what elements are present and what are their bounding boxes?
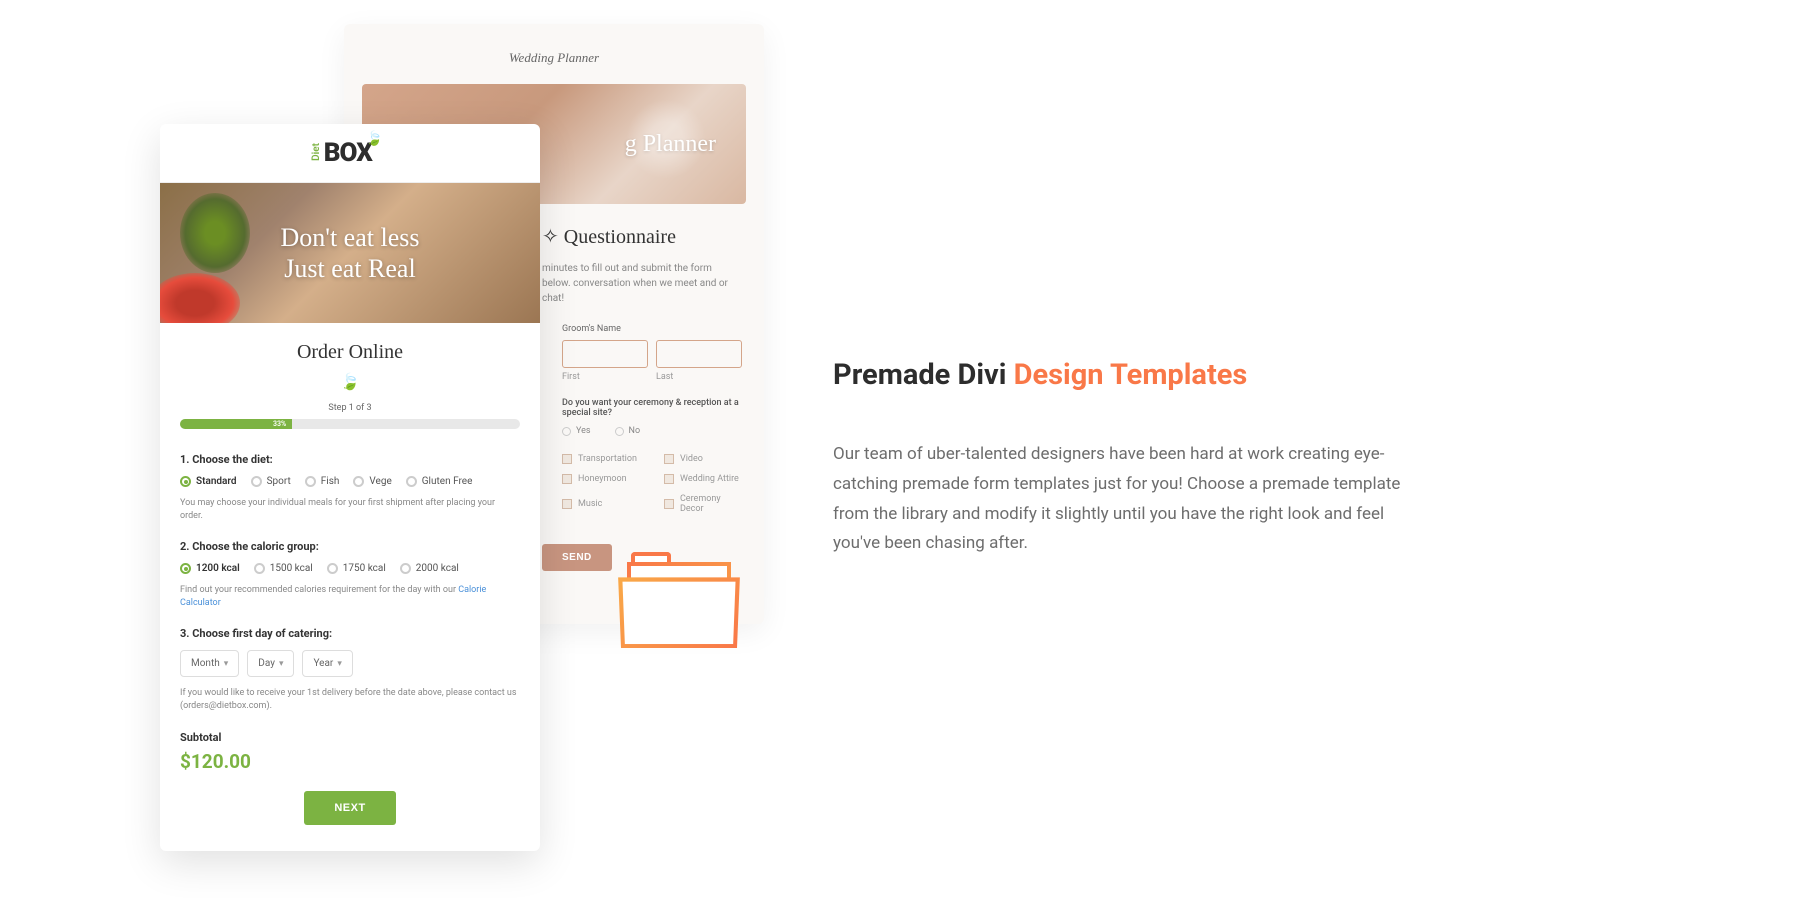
- folder-icon: [627, 562, 731, 648]
- diet-radio-fish[interactable]: Fish: [305, 476, 340, 487]
- templates-preview: Wedding Planner g Planner ✧ Questionnair…: [0, 0, 833, 917]
- diet-logo-box: BOX: [324, 138, 372, 168]
- wedding-questionnaire-subtitle: minutes to fill out and submit the form …: [542, 261, 742, 306]
- progress-bar-track: 33%: [180, 419, 520, 429]
- caloric-radio-1500[interactable]: 1500 kcal: [254, 563, 313, 574]
- diet-hint-2: Find out your recommended calories requi…: [180, 584, 520, 609]
- choose-diet-title: 1. Choose the diet:: [180, 453, 520, 466]
- next-button[interactable]: NEXT: [304, 791, 395, 825]
- diet-logo-bar: Diet BOX 🍃: [160, 124, 540, 183]
- progress-bar-fill: 33%: [180, 419, 292, 429]
- subtotal-price: $120.00: [180, 750, 520, 773]
- leaf-icon: 🍃: [366, 131, 383, 147]
- diet-radio-glutenfree[interactable]: Gluten Free: [406, 476, 473, 487]
- choose-day-title: 3. Choose first day of catering:: [180, 627, 520, 640]
- diet-hint-1: You may choose your individual meals for…: [180, 497, 520, 522]
- first-sublabel: First: [562, 372, 648, 382]
- check-honeymoon[interactable]: Honeymoon: [562, 474, 644, 484]
- year-select[interactable]: Year: [302, 650, 352, 677]
- diet-radio-standard[interactable]: Standard: [180, 476, 237, 487]
- caloric-radio-2000[interactable]: 2000 kcal: [400, 563, 459, 574]
- check-ceremony-decor[interactable]: Ceremony Decor: [664, 494, 746, 514]
- diet-logo-diet: Diet: [311, 143, 322, 161]
- month-select[interactable]: Month: [180, 650, 239, 677]
- diet-radio-sport[interactable]: Sport: [251, 476, 291, 487]
- section-description: Our team of uber-talented designers have…: [833, 440, 1433, 559]
- check-transportation[interactable]: Transportation: [562, 454, 644, 464]
- wedding-questionnaire-title: ✧ Questionnaire: [542, 224, 746, 249]
- groom-name-label: Groom's Name: [562, 324, 746, 334]
- section-heading: Premade Divi Design Templates: [833, 358, 1720, 392]
- diet-hero-line2: Just eat Real: [281, 253, 420, 284]
- choose-caloric-title: 2. Choose the caloric group:: [180, 540, 520, 553]
- wedding-send-button[interactable]: SEND: [542, 544, 612, 571]
- diet-radio-vege[interactable]: Vege: [353, 476, 391, 487]
- wedding-logo: Wedding Planner: [362, 50, 746, 66]
- diet-template-card: Diet BOX 🍃 Don't eat less Just eat Real …: [160, 124, 540, 851]
- last-sublabel: Last: [656, 372, 742, 382]
- ceremony-no-radio[interactable]: No: [615, 426, 641, 436]
- ceremony-yes-radio[interactable]: Yes: [562, 426, 591, 436]
- step-indicator: Step 1 of 3: [180, 403, 520, 413]
- day-select[interactable]: Day: [247, 650, 294, 677]
- diet-hero-image: Don't eat less Just eat Real: [160, 183, 540, 323]
- wedding-hero-text: g Planner: [625, 131, 716, 158]
- order-online-title: Order Online: [180, 341, 520, 364]
- diet-hint-3: If you would like to receive your 1st de…: [180, 687, 520, 712]
- groom-first-input[interactable]: [562, 340, 648, 368]
- groom-last-input[interactable]: [656, 340, 742, 368]
- check-video[interactable]: Video: [664, 454, 746, 464]
- leaf-divider-icon: 🍃: [180, 372, 520, 391]
- subtotal-label: Subtotal: [180, 731, 520, 744]
- diet-hero-line1: Don't eat less: [281, 222, 420, 253]
- check-music[interactable]: Music: [562, 494, 644, 514]
- check-wedding-attire[interactable]: Wedding Attire: [664, 474, 746, 484]
- caloric-radio-1750[interactable]: 1750 kcal: [327, 563, 386, 574]
- ceremony-question: Do you want your ceremony & reception at…: [562, 398, 746, 418]
- caloric-radio-1200[interactable]: 1200 kcal: [180, 563, 240, 574]
